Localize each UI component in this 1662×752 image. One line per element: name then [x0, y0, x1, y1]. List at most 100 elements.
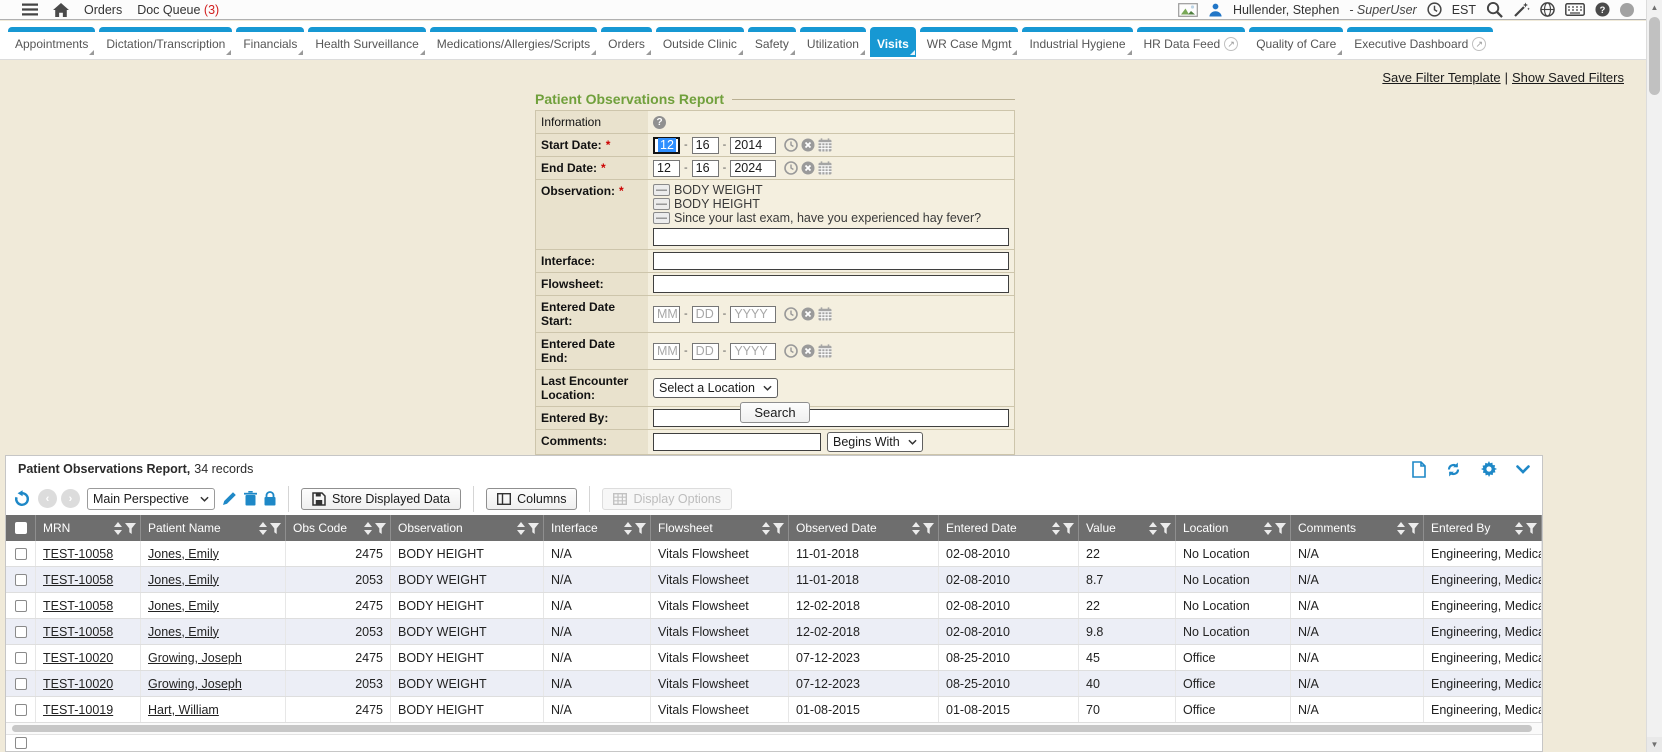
remove-observation-icon[interactable]: —	[653, 184, 670, 196]
patient-name-link[interactable]: Jones, Emily	[148, 599, 219, 613]
tab-financials[interactable]: Financials	[236, 27, 304, 57]
row-checkbox[interactable]	[15, 626, 27, 638]
flowsheet-input[interactable]	[653, 275, 1009, 293]
column-header-mrn[interactable]: MRN	[36, 515, 141, 541]
tab-appointments[interactable]: Appointments	[8, 27, 95, 57]
remove-observation-icon[interactable]: —	[653, 212, 670, 224]
sort-icon[interactable]	[1052, 522, 1060, 535]
scroll-down-arrow[interactable]: ▼	[1647, 737, 1662, 752]
start-date-month-input[interactable]: 12	[653, 137, 680, 154]
filter-icon[interactable]	[375, 523, 386, 534]
horizontal-scrollbar-thumb[interactable]	[12, 725, 1532, 732]
sort-icon[interactable]	[517, 522, 525, 535]
external-link-icon[interactable]: ↗	[1224, 37, 1238, 51]
entered-date-end-month-input[interactable]: MM	[653, 343, 680, 360]
new-record-icon[interactable]	[1412, 461, 1426, 478]
mrn-link[interactable]: TEST-10058	[43, 573, 113, 587]
clear-icon[interactable]	[801, 138, 815, 152]
menu-item-orders[interactable]: Orders	[84, 3, 122, 17]
sort-icon[interactable]	[1264, 522, 1272, 535]
mrn-link[interactable]: TEST-10020	[43, 651, 113, 665]
row-checkbox[interactable]	[15, 600, 27, 612]
clear-icon[interactable]	[801, 307, 815, 321]
observation-search-input[interactable]	[653, 228, 1009, 246]
comments-input[interactable]	[653, 433, 821, 451]
menu-item-doc-queue[interactable]: Doc Queue (3)	[137, 3, 219, 17]
refresh-grid-icon[interactable]	[1445, 461, 1462, 478]
patient-name-link[interactable]: Jones, Emily	[148, 573, 219, 587]
row-checkbox[interactable]	[15, 737, 27, 749]
column-header-comments[interactable]: Comments	[1291, 515, 1424, 541]
search-button[interactable]: Search	[740, 402, 809, 423]
column-header-observed-date[interactable]: Observed Date	[789, 515, 939, 541]
previous-perspective-icon[interactable]: ‹	[38, 489, 57, 508]
tab-hr-data-feed[interactable]: HR Data Feed↗	[1137, 27, 1246, 57]
comments-match-select[interactable]: Begins With	[827, 432, 923, 452]
entered-date-end-year-input[interactable]: YYYY	[730, 343, 776, 360]
clear-icon[interactable]	[801, 161, 815, 175]
presence-icon[interactable]	[1620, 3, 1634, 17]
next-perspective-icon[interactable]: ›	[61, 489, 80, 508]
store-displayed-data-button[interactable]: Store Displayed Data	[301, 488, 461, 510]
patient-name-link[interactable]: Jones, Emily	[148, 547, 219, 561]
end-date-year-input[interactable]: 2024	[730, 160, 776, 177]
column-header-interface[interactable]: Interface	[544, 515, 651, 541]
filter-icon[interactable]	[773, 523, 784, 534]
patient-name-link[interactable]: Growing, Joseph	[148, 651, 242, 665]
tab-utilization[interactable]: Utilization	[800, 27, 866, 57]
sort-icon[interactable]	[912, 522, 920, 535]
row-checkbox[interactable]	[15, 704, 27, 716]
row-checkbox[interactable]	[15, 574, 27, 586]
filter-icon[interactable]	[1160, 523, 1171, 534]
interface-input[interactable]	[653, 252, 1009, 270]
filter-icon[interactable]	[1526, 523, 1537, 534]
filter-icon[interactable]	[270, 523, 281, 534]
entered-date-start-year-input[interactable]: YYYY	[730, 306, 776, 323]
clock-icon[interactable]	[784, 344, 798, 358]
external-link-icon[interactable]: ↗	[1472, 37, 1486, 51]
calendar-icon[interactable]	[818, 307, 832, 321]
filter-icon[interactable]	[923, 523, 934, 534]
clock-icon[interactable]	[784, 307, 798, 321]
end-date-day-input[interactable]: 16	[692, 160, 719, 177]
tab-executive-dashboard[interactable]: Executive Dashboard↗	[1347, 27, 1493, 57]
sort-icon[interactable]	[114, 522, 122, 535]
column-header-obs-code[interactable]: Obs Code	[286, 515, 391, 541]
tab-orders[interactable]: Orders	[601, 27, 652, 57]
column-header-entered-by[interactable]: Entered By	[1424, 515, 1542, 541]
tab-visits[interactable]: Visits	[870, 27, 916, 57]
patient-name-link[interactable]: Hart, William	[148, 703, 219, 717]
remove-observation-icon[interactable]: —	[653, 198, 670, 210]
delete-icon[interactable]	[244, 491, 257, 506]
edit-icon[interactable]	[222, 491, 237, 506]
clock-icon[interactable]	[784, 138, 798, 152]
column-header-value[interactable]: Value	[1079, 515, 1176, 541]
globe-icon[interactable]	[1540, 2, 1555, 17]
mrn-link[interactable]: TEST-10019	[43, 703, 113, 717]
column-header-entered-date[interactable]: Entered Date	[939, 515, 1079, 541]
collapse-icon[interactable]	[1516, 465, 1530, 474]
columns-button[interactable]: Columns	[486, 488, 577, 510]
end-date-month-input[interactable]: 12	[653, 160, 680, 177]
clock-icon[interactable]	[784, 161, 798, 175]
user-name[interactable]: Hullender, Stephen	[1233, 3, 1339, 17]
row-checkbox[interactable]	[15, 652, 27, 664]
sort-icon[interactable]	[762, 522, 770, 535]
save-filter-template-link[interactable]: Save Filter Template	[1382, 70, 1500, 85]
perspective-select[interactable]: Main Perspective	[87, 488, 215, 510]
calendar-icon[interactable]	[818, 344, 832, 358]
tab-medications-allergies-scripts[interactable]: Medications/Allergies/Scripts	[430, 27, 597, 57]
mrn-link[interactable]: TEST-10058	[43, 599, 113, 613]
vertical-scrollbar-thumb[interactable]	[1649, 17, 1660, 95]
filter-icon[interactable]	[1063, 523, 1074, 534]
start-date-day-input[interactable]: 16	[692, 137, 719, 154]
filter-icon[interactable]	[1408, 523, 1419, 534]
calendar-icon[interactable]	[818, 138, 832, 152]
mrn-link[interactable]: TEST-10020	[43, 677, 113, 691]
settings-icon[interactable]	[1481, 461, 1497, 477]
screenshot-icon[interactable]	[1178, 3, 1198, 17]
column-header-observation[interactable]: Observation	[391, 515, 544, 541]
mrn-link[interactable]: TEST-10058	[43, 625, 113, 639]
calendar-icon[interactable]	[818, 161, 832, 175]
keyboard-icon[interactable]	[1565, 3, 1585, 16]
